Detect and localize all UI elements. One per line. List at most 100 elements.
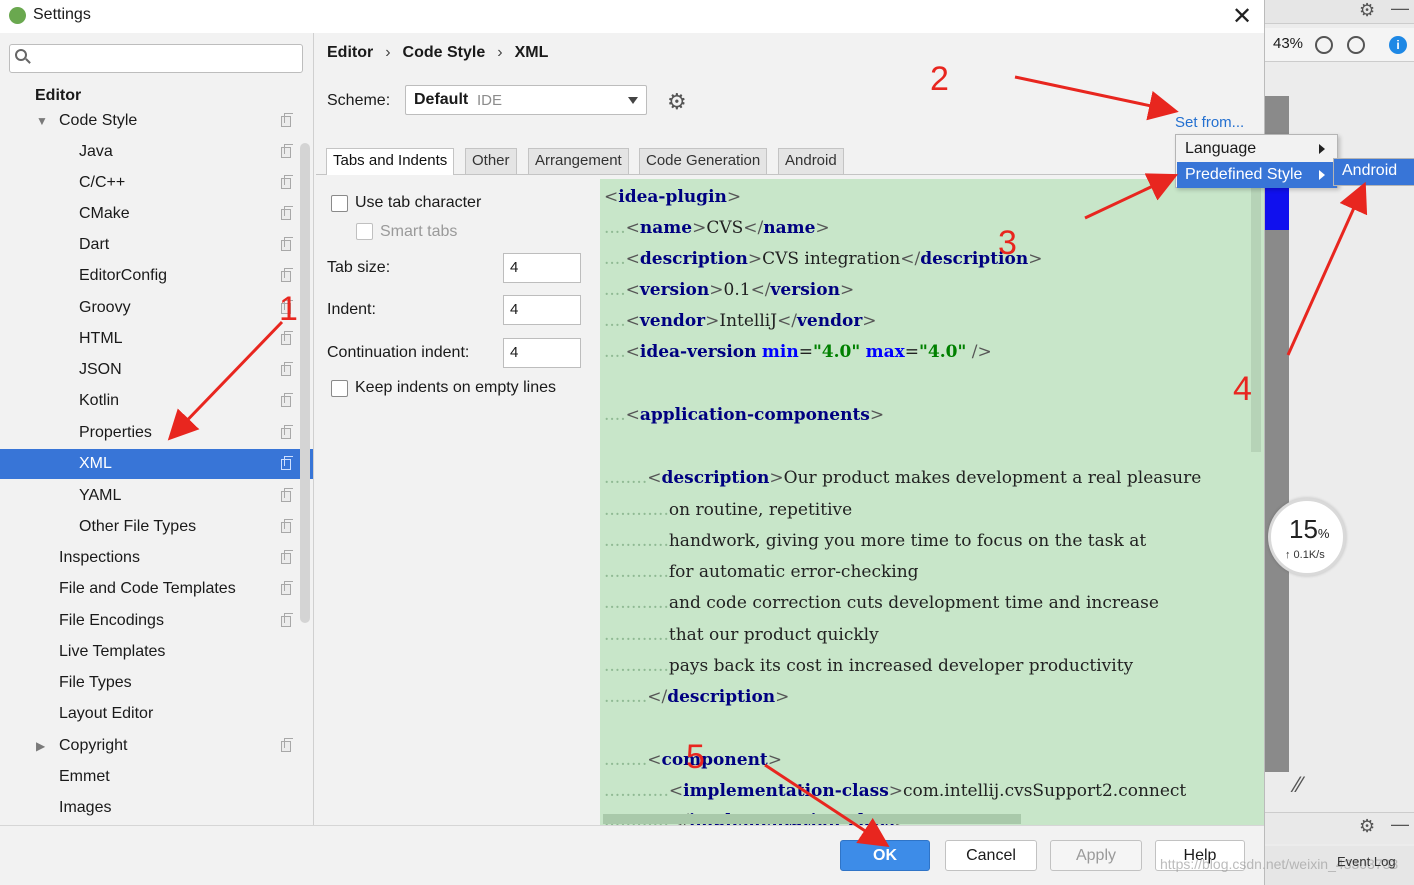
sidebar-item-label: Code Style xyxy=(59,112,138,129)
settings-sidebar: Editor ▼ Code Style Java C/C++ CMake Dart Edit… xyxy=(0,33,314,825)
code-preview[interactable]: <idea-plugin> ....<name>CVS</name> ....<… xyxy=(600,179,1264,825)
sidebar-item-properties[interactable]: Properties xyxy=(0,418,313,448)
collapse-arrow-icon[interactable]: ▶ xyxy=(36,731,45,761)
sidebar-item-label: Emmet xyxy=(59,768,110,785)
sidebar-item-emmet[interactable]: Emmet xyxy=(0,762,313,792)
menu-item-android[interactable]: Android xyxy=(1342,162,1397,180)
code-vertical-scrollbar[interactable] xyxy=(1251,182,1261,452)
speed-percent: 15% xyxy=(1289,514,1330,544)
sidebar-item-label: Other File Types xyxy=(79,518,197,535)
smart-tabs-checkbox[interactable] xyxy=(356,223,373,240)
tab-tabs-and-indents[interactable]: Tabs and Indents xyxy=(326,148,455,175)
sidebar-item-cmake[interactable]: CMake xyxy=(0,199,313,229)
sidebar-item-yaml[interactable]: YAML xyxy=(0,481,313,511)
sidebar-item-kotlin[interactable]: Kotlin xyxy=(0,386,313,416)
sidebar-item-file-types[interactable]: File Types xyxy=(0,668,313,698)
info-icon[interactable]: i xyxy=(1389,36,1407,54)
sidebar-item-label: JSON xyxy=(79,361,122,378)
section-editor[interactable]: Editor xyxy=(35,87,81,105)
chevron-down-icon xyxy=(628,97,638,104)
gear-icon[interactable]: ⚙ xyxy=(1359,0,1375,21)
use-tab-label: Use tab character xyxy=(355,194,482,211)
menu-item-label: Language xyxy=(1185,140,1257,157)
tab-size-label: Tab size: xyxy=(327,259,391,276)
sidebar-item-xml[interactable]: XML xyxy=(0,449,313,479)
set-from-link[interactable]: Set from... xyxy=(1175,114,1244,131)
keep-indents-checkbox[interactable] xyxy=(331,380,348,397)
scheme-gear-icon[interactable]: ⚙ xyxy=(667,89,687,115)
sidebar-item-layout-editor[interactable]: Layout Editor xyxy=(0,699,313,729)
menu-item-predefined-style[interactable]: Predefined Style xyxy=(1177,162,1337,188)
expand-arrow-icon[interactable]: ▼ xyxy=(36,106,48,136)
code-line: ............for automatic error-checking xyxy=(604,562,919,582)
annotation-3: 3 xyxy=(998,224,1017,262)
sidebar-item-label: YAML xyxy=(79,487,122,504)
sidebar-item-inspections[interactable]: Inspections xyxy=(0,543,313,573)
sidebar-item-java[interactable]: Java xyxy=(0,137,313,167)
sidebar-item-file-and-code-templates[interactable]: File and Code Templates xyxy=(0,574,313,604)
code-line: <idea-plugin> xyxy=(604,187,742,207)
tab-code-generation[interactable]: Code Generation xyxy=(639,148,768,174)
project-scope-icon xyxy=(281,581,293,595)
indent-label: Indent: xyxy=(327,301,376,318)
use-tab-checkbox[interactable] xyxy=(331,195,348,212)
annotation-4: 4 xyxy=(1233,370,1252,408)
breadcrumb-code-style: Code Style xyxy=(402,44,486,61)
sidebar-item-copyright[interactable]: ▶ Copyright xyxy=(0,731,313,761)
smart-tabs-label: Smart tabs xyxy=(380,223,458,240)
tab-arrangement[interactable]: Arrangement xyxy=(528,148,629,174)
sidebar-scrollbar[interactable] xyxy=(300,143,310,623)
project-scope-icon xyxy=(281,331,293,345)
sidebar-item-label: HTML xyxy=(79,330,123,347)
close-icon[interactable]: ✕ xyxy=(1232,2,1252,31)
android-studio-icon xyxy=(9,7,26,24)
sidebar-item-dart[interactable]: Dart xyxy=(0,230,313,260)
resize-icon[interactable]: ⁄⁄ xyxy=(1295,772,1302,798)
indent-options-panel: Use tab character Smart tabs Tab size: 4… xyxy=(316,179,600,825)
sidebar-item-label: Java xyxy=(79,143,113,160)
sidebar-item-label: Inspections xyxy=(59,549,140,566)
sidebar-item-live-templates[interactable]: Live Templates xyxy=(0,637,313,667)
continuation-indent-field[interactable]: 4 xyxy=(503,338,581,368)
sidebar-item-groovy[interactable]: Groovy xyxy=(0,293,313,323)
code-line: ............that our product quickly xyxy=(604,625,879,645)
project-scope-icon xyxy=(281,393,293,407)
sidebar-item-code-style[interactable]: ▼ Code Style xyxy=(0,106,313,136)
breadcrumb: Editor › Code Style › XML xyxy=(327,44,556,62)
project-scope-icon xyxy=(281,519,293,533)
zoom-in-icon[interactable] xyxy=(1315,36,1333,54)
project-scope-icon xyxy=(281,456,293,470)
ide-bottom-bar: ⚙ — xyxy=(1265,812,1414,844)
sidebar-item-file-encodings[interactable]: File Encodings xyxy=(0,606,313,636)
code-line: ............and code correction cuts dev… xyxy=(604,593,1159,613)
search-input[interactable] xyxy=(9,44,303,73)
network-speed-widget[interactable]: 15% ↑ 0.1K/s xyxy=(1268,498,1346,576)
title-bar: Settings ✕ xyxy=(0,0,1264,33)
event-log[interactable]: Event Log xyxy=(1337,854,1396,869)
background-ide-window: ⚙ — 43% i ⁄⁄ ⚙ — xyxy=(1264,0,1414,885)
sidebar-item-html[interactable]: HTML xyxy=(0,324,313,354)
tab-android[interactable]: Android xyxy=(778,148,844,174)
apply-button[interactable]: Apply xyxy=(1050,840,1142,871)
tab-other[interactable]: Other xyxy=(465,148,517,174)
code-line: ....<version>0.1</version> xyxy=(604,280,855,300)
project-scope-icon xyxy=(281,206,293,220)
menu-item-language[interactable]: Language xyxy=(1177,136,1337,162)
code-horizontal-scrollbar[interactable] xyxy=(603,814,1021,824)
ide-preview-block xyxy=(1265,188,1289,230)
minimize-icon[interactable]: — xyxy=(1391,0,1409,19)
sidebar-item-other-file-types[interactable]: Other File Types xyxy=(0,512,313,542)
scheme-dropdown[interactable]: Default IDE xyxy=(405,85,647,115)
cancel-button[interactable]: Cancel xyxy=(945,840,1037,871)
indent-field[interactable]: 4 xyxy=(503,295,581,325)
zoom-reset-icon[interactable] xyxy=(1347,36,1365,54)
sidebar-item-editorconfig[interactable]: EditorConfig xyxy=(0,261,313,291)
minimize-icon[interactable]: — xyxy=(1391,814,1409,835)
sidebar-item-images[interactable]: Images xyxy=(0,793,313,823)
sidebar-item-c-c[interactable]: C/C++ xyxy=(0,168,313,198)
sidebar-item-json[interactable]: JSON xyxy=(0,355,313,385)
ok-button[interactable]: OK xyxy=(840,840,930,871)
gear-icon[interactable]: ⚙ xyxy=(1359,816,1375,837)
breadcrumb-xml: XML xyxy=(514,44,549,61)
tab-size-field[interactable]: 4 xyxy=(503,253,581,283)
